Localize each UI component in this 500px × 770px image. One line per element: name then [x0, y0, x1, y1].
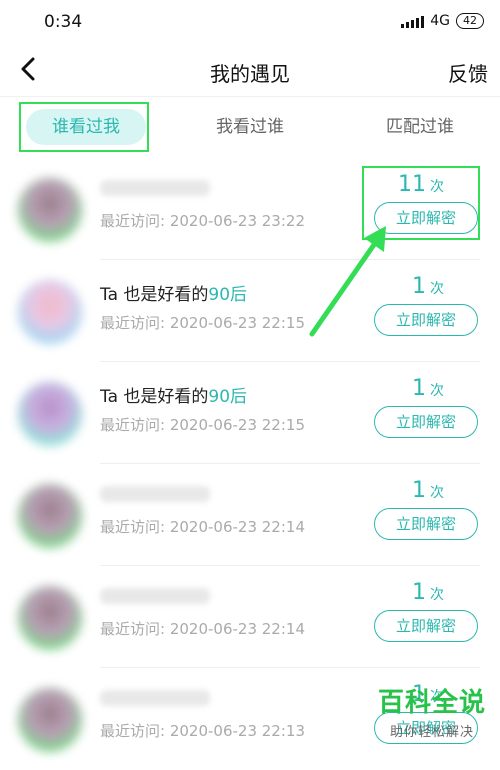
visit-time: 最近访问: 2020-06-23 22:15 — [100, 416, 305, 434]
visit-count: 1 次 — [412, 274, 444, 299]
header: 我的遇见 反馈 — [0, 44, 500, 96]
status-indicators: 4G 42 — [401, 13, 484, 29]
tab-who-i-viewed[interactable]: 我看过谁 — [195, 109, 305, 145]
annotation-arrow-icon — [309, 226, 386, 337]
battery-level: 42 — [463, 14, 477, 27]
count-unit: 次 — [430, 485, 444, 501]
visitor-list: 最近访问: 2020-06-23 23:22 11 次 立即解密 Ta 也是好看… — [0, 158, 500, 770]
page-title: 我的遇见 — [210, 62, 290, 86]
tab-who-matched[interactable]: 匹配过谁 — [365, 109, 475, 145]
name-blurred — [100, 588, 210, 604]
count-unit: 次 — [430, 383, 444, 399]
name-age: 90后 — [208, 387, 248, 407]
status-bar: 0:34 4G 42 — [0, 0, 500, 44]
avatar — [18, 178, 82, 242]
visit-time: 最近访问: 2020-06-23 22:14 — [100, 518, 305, 536]
list-item[interactable]: Ta 也是好看的90后 最近访问: 2020-06-23 22:15 1 次 立… — [0, 260, 500, 362]
avatar — [18, 280, 82, 344]
count-number: 1 — [412, 274, 426, 299]
back-arrow-icon[interactable] — [14, 54, 44, 84]
avatar — [18, 484, 82, 548]
name-prefix: Ta 也是好看的 — [100, 387, 209, 407]
annotation-highlight-tab — [19, 102, 149, 152]
avatar — [18, 688, 82, 752]
signal-icon — [401, 14, 425, 28]
network-label: 4G — [430, 13, 450, 29]
watermark-main: 百科全说 — [377, 688, 486, 718]
unlock-button[interactable]: 立即解密 — [374, 610, 478, 642]
name-blurred — [100, 180, 210, 196]
status-time: 0:34 — [44, 12, 83, 32]
feedback-link[interactable]: 反馈 — [448, 58, 488, 87]
visitor-name: Ta 也是好看的90后 — [100, 280, 247, 305]
name-age: 90后 — [208, 285, 248, 305]
visit-count: 1 次 — [412, 376, 444, 401]
list-item[interactable]: 最近访问: 2020-06-23 22:14 1 次 立即解密 — [0, 464, 500, 566]
avatar — [18, 382, 82, 446]
name-blurred — [100, 486, 210, 502]
watermark: 百科全说 助你轻松解决 — [378, 682, 486, 740]
unlock-button[interactable]: 立即解密 — [374, 508, 478, 540]
list-item[interactable]: 最近访问: 2020-06-23 22:14 1 次 立即解密 — [0, 566, 500, 668]
visit-time: 最近访问: 2020-06-23 23:22 — [100, 212, 305, 230]
visit-count: 1 次 — [412, 478, 444, 503]
count-unit: 次 — [430, 281, 444, 297]
name-prefix: Ta 也是好看的 — [100, 285, 209, 305]
visit-time: 最近访问: 2020-06-23 22:14 — [100, 620, 305, 638]
visit-time: 最近访问: 2020-06-23 22:15 — [100, 314, 305, 332]
visit-time: 最近访问: 2020-06-23 22:13 — [100, 722, 305, 740]
visit-count: 1 次 — [412, 580, 444, 605]
avatar — [18, 586, 82, 650]
name-blurred — [100, 690, 210, 706]
count-unit: 次 — [430, 587, 444, 603]
count-number: 1 — [412, 580, 426, 605]
unlock-button[interactable]: 立即解密 — [374, 406, 478, 438]
list-item[interactable]: Ta 也是好看的90后 最近访问: 2020-06-23 22:15 1 次 立… — [0, 362, 500, 464]
count-number: 1 — [412, 376, 426, 401]
count-number: 1 — [412, 478, 426, 503]
watermark-sub: 助你轻松解决 — [389, 725, 474, 740]
visitor-name: Ta 也是好看的90后 — [100, 382, 247, 407]
battery-icon: 42 — [456, 13, 484, 29]
